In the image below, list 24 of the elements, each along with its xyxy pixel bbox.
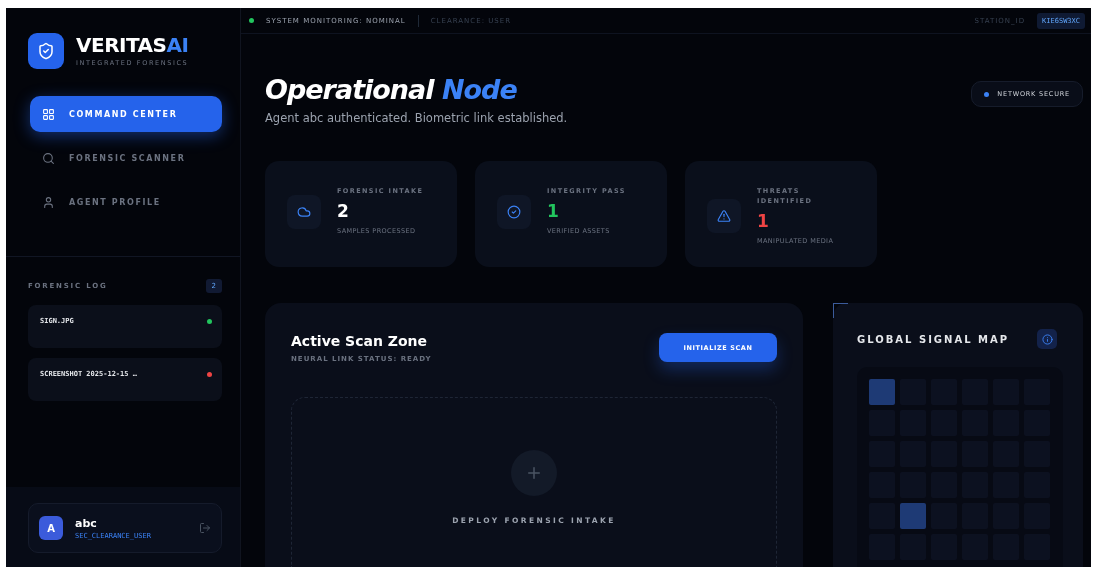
nav-item[interactable]: FORENSIC SCANNER bbox=[30, 140, 222, 176]
user-icon bbox=[42, 195, 55, 209]
page-title: Operational Node bbox=[265, 74, 518, 105]
corner-bracket bbox=[833, 303, 848, 318]
user-name: abc bbox=[75, 516, 98, 530]
nav-item[interactable]: AGENT PROFILE bbox=[30, 184, 222, 220]
nav-item[interactable]: COMMAND CENTER bbox=[30, 96, 222, 132]
search-icon bbox=[42, 151, 55, 165]
brand-name: VERITASAI bbox=[76, 35, 189, 55]
status-dot bbox=[249, 18, 254, 23]
warning-icon bbox=[707, 199, 741, 233]
stat-value: 2 bbox=[337, 200, 350, 221]
info-icon[interactable] bbox=[1037, 329, 1057, 349]
stat-value: 1 bbox=[547, 200, 560, 221]
scan-title: Active Scan Zone bbox=[291, 333, 429, 349]
cloud-icon bbox=[287, 195, 321, 229]
grid-icon bbox=[42, 107, 55, 121]
plus-icon[interactable] bbox=[511, 450, 557, 496]
stat-value: 1 bbox=[757, 210, 770, 231]
page-subtitle: Agent abc authenticated. Biometric link established. bbox=[265, 111, 568, 125]
avatar: A bbox=[39, 516, 63, 540]
shield-logo-icon bbox=[28, 33, 64, 69]
logout-icon[interactable] bbox=[199, 522, 211, 534]
map-title: GLOBAL SIGNAL MAP bbox=[857, 333, 1010, 345]
